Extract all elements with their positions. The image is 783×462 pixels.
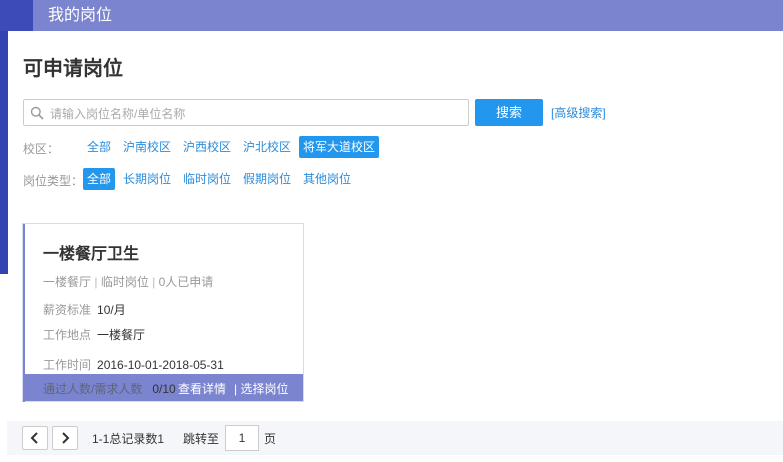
job-place-row: 工作地点 一楼餐厅: [43, 326, 145, 343]
page-unit-label: 页: [264, 432, 277, 446]
job-type-tag: 临时岗位: [100, 275, 149, 289]
job-card-footer: 通过人数/需求人数 0/10 查看详情 | 选择岗位: [25, 374, 303, 401]
salary-label: 薪资标准: [43, 303, 92, 317]
select-job-link[interactable]: | 选择岗位: [234, 380, 288, 397]
time-value: 2016-10-01-2018-05-31: [97, 358, 224, 372]
page-title: 可申请岗位: [23, 58, 123, 80]
search-button[interactable]: 搜索: [475, 99, 543, 126]
type-option-all[interactable]: 全部: [83, 168, 116, 190]
type-option-temporary[interactable]: 临时岗位: [179, 168, 235, 190]
top-bar: 我的岗位: [0, 0, 783, 31]
jump-label: 跳转至: [183, 432, 220, 446]
search-input[interactable]: [48, 103, 462, 124]
campus-filter: 校区： 全部 沪南校区 沪西校区 沪北校区 将军大道校区: [23, 136, 383, 159]
pagination-bar: 1-1总记录数1 跳转至 页: [7, 421, 783, 455]
salary-value: 10/月: [97, 303, 126, 317]
campus-option-jiangjun[interactable]: 将军大道校区: [299, 136, 380, 158]
campus-option-huxi[interactable]: 沪西校区: [179, 136, 235, 158]
job-title: 一楼餐厅卫生: [43, 246, 140, 263]
search-icon: [30, 106, 44, 120]
view-details-link[interactable]: 查看详情: [178, 380, 226, 397]
left-accent-strip: [0, 0, 8, 274]
top-bar-dark-segment: [0, 0, 33, 31]
type-filter: 岗位类型： 全部 长期岗位 临时岗位 假期岗位 其他岗位: [23, 168, 383, 191]
job-salary-row: 薪资标准 10/月: [43, 301, 126, 318]
advanced-search-link[interactable]: [高级搜索]: [551, 104, 606, 121]
header-title: 我的岗位: [48, 7, 113, 24]
prev-page-button[interactable]: [22, 426, 48, 450]
count-label: 通过人数/需求人数: [43, 382, 143, 396]
campus-option-hunan[interactable]: 沪南校区: [119, 136, 175, 158]
job-location-tag: 一楼餐厅: [43, 275, 92, 289]
type-filter-label: 岗位类型：: [23, 174, 84, 188]
job-meta: 一楼餐厅 | 临时岗位 | 0人已申请: [43, 273, 213, 290]
chevron-left-icon: [30, 432, 38, 444]
page-number-input[interactable]: [225, 425, 259, 451]
record-info: 1-1总记录数1: [92, 432, 165, 446]
count-value: 0/10: [152, 382, 176, 396]
next-page-button[interactable]: [52, 426, 78, 450]
type-option-other[interactable]: 其他岗位: [299, 168, 355, 190]
campus-option-hubei[interactable]: 沪北校区: [239, 136, 295, 158]
job-applied-count: 0人已申请: [158, 275, 214, 289]
time-label: 工作时间: [43, 358, 92, 372]
job-count: 通过人数/需求人数 0/10: [43, 380, 176, 397]
place-value: 一楼餐厅: [97, 328, 146, 342]
job-card: 一楼餐厅卫生 一楼餐厅 | 临时岗位 | 0人已申请 薪资标准 10/月 工作地点…: [22, 223, 304, 402]
campus-filter-label: 校区：: [23, 142, 60, 156]
chevron-right-icon: [62, 432, 70, 444]
type-option-holiday[interactable]: 假期岗位: [239, 168, 295, 190]
campus-option-all[interactable]: 全部: [83, 136, 115, 158]
search-box[interactable]: [23, 99, 469, 126]
job-time-row: 工作时间 2016-10-01-2018-05-31: [43, 356, 224, 373]
type-option-long-term[interactable]: 长期岗位: [119, 168, 175, 190]
place-label: 工作地点: [43, 328, 92, 342]
